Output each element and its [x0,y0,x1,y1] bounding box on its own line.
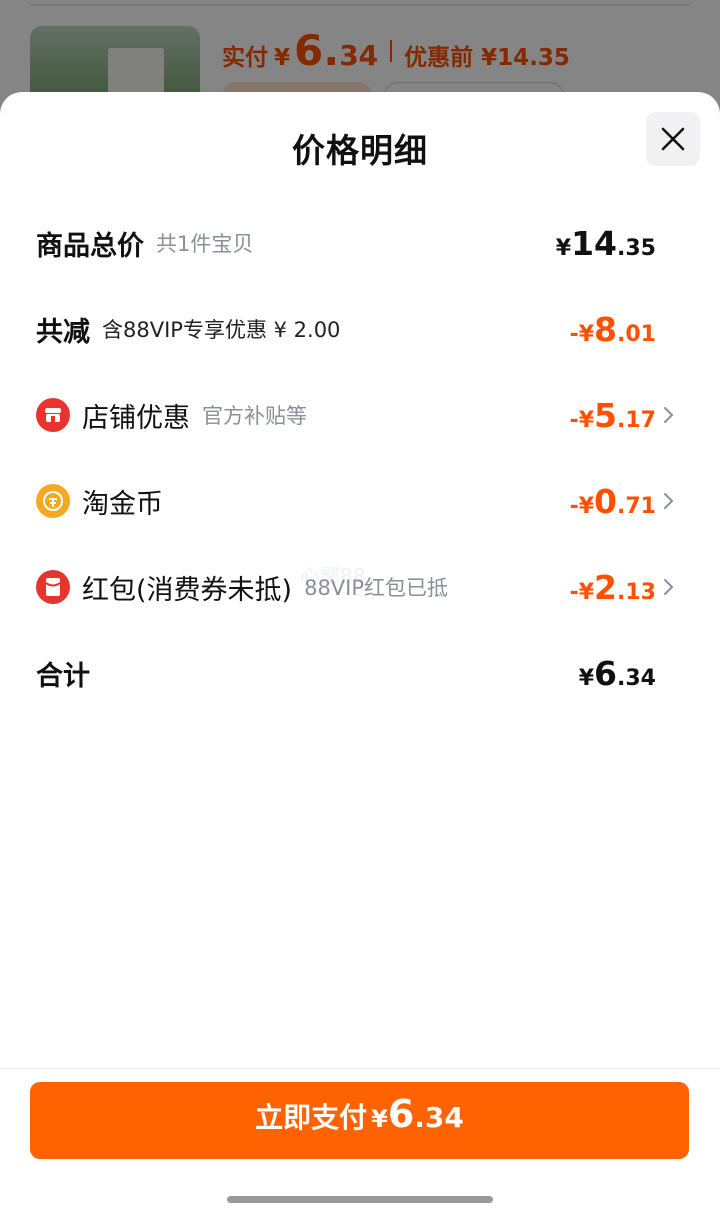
row-red-packet[interactable]: 红包(消费券未抵) 88VIP红包已抵 -¥ 2 .13 [36,562,684,612]
close-button[interactable] [646,112,700,166]
amount-int: 6 [594,653,618,693]
amount-dec: .01 [617,321,656,347]
amount-prefix: -¥ [569,493,595,519]
store-icon [36,398,70,432]
coin-icon [36,484,70,518]
amount-dec: .34 [617,665,656,691]
row-label: 红包(消费券未抵) [82,574,293,606]
close-icon [661,127,685,151]
pay-button-int: 6 [387,1092,415,1136]
row-sub: 88VIP红包已抵 [304,576,449,600]
amount-dec: .17 [617,407,656,433]
amount-dec: .13 [617,579,656,605]
pay-button-label: 立即支付 [255,1101,368,1134]
home-indicator[interactable] [227,1196,493,1203]
amount-prefix: ¥ [555,235,572,261]
row-sub: 含88VIP专享优惠 ¥ 2.00 [102,318,341,342]
row-store-discount[interactable]: 店铺优惠 官方补贴等 -¥ 5 .17 [36,390,684,440]
row-amount: ¥ 6 .34 [579,654,656,693]
amount-int: 8 [594,309,618,349]
pay-button-dec: .34 [414,1101,464,1134]
amount-int: 0 [594,481,618,521]
pay-button-yen: ¥ [371,1105,388,1133]
sheet-title: 价格明细 [292,131,428,170]
row-sub: 官方补贴等 [202,404,307,428]
amount-int: 2 [594,567,618,607]
chevron-right-icon [664,407,674,423]
row-sub: 共1件宝贝 [156,232,254,256]
row-amount: ¥ 14 .35 [556,224,656,263]
row-amount: -¥ 0 .71 [570,482,656,521]
row-grand-total: 合计 ¥ 6 .34 [36,648,684,698]
amount-prefix: -¥ [569,407,595,433]
amount-int: 14 [571,223,618,263]
footer-divider [0,1068,720,1069]
row-taojinbi[interactable]: 淘金币 -¥ 0 .71 [36,476,684,526]
chevron-right-icon [664,493,674,509]
row-amount: -¥ 5 .17 [570,396,656,435]
pay-now-button[interactable]: 立即支付 ¥ 6 .34 [30,1082,689,1159]
row-label: 淘金币 [82,488,163,520]
row-label: 店铺优惠 [82,402,190,434]
row-label: 共减 [36,316,90,348]
amount-prefix: -¥ [569,579,595,605]
row-total-discount: 共减 含88VIP专享优惠 ¥ 2.00 -¥ 8 .01 [36,304,684,354]
amount-dec: .35 [617,235,656,261]
price-detail-sheet: 价格明细 心鄙88 商品总价 共1件宝贝 ¥ 14 .35 共减 含88VIP专… [0,92,720,1214]
row-amount: -¥ 2 .13 [570,568,656,607]
row-total-goods-price: 商品总价 共1件宝贝 ¥ 14 .35 [36,218,684,268]
row-amount: -¥ 8 .01 [570,310,656,349]
chevron-right-icon [664,579,674,595]
row-label: 商品总价 [36,230,144,262]
amount-prefix: -¥ [569,321,595,347]
amount-prefix: ¥ [578,665,595,691]
amount-int: 5 [594,395,618,435]
amount-dec: .71 [617,493,656,519]
row-label: 合计 [36,660,90,692]
red-packet-icon [36,570,70,604]
